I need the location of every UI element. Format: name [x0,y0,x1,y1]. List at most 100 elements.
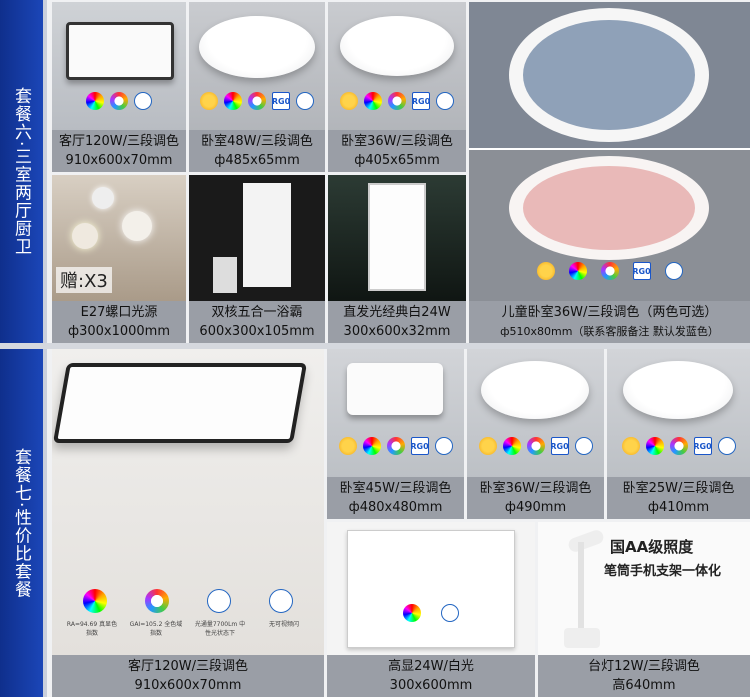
caption-size: 600x300x105mm [199,324,315,339]
product-card-bath-heater[interactable]: 双核五合一浴霸 600x300x105mm [189,175,325,343]
caption-title: 客厅120W/三段调色 [58,134,180,149]
sun-icon [536,262,555,280]
desk-lamp-head [566,528,606,554]
ceiling-lamp-image [347,363,443,415]
caption-size: ф300x1000mm [67,324,171,339]
product-caption: 高显24W/白光 300x600mm [327,655,535,697]
caption-title: 高显24W/白光 [388,659,474,674]
product-card-panel-24w[interactable]: 直发光经典白24W 300x600x32mm [328,175,466,343]
product-photo [328,175,466,303]
flicker-free-icon [664,262,683,280]
product-caption: 双核五合一浴霸 600x300x105mm [189,301,325,343]
caption-title: E27螺口光源 [80,305,158,320]
gamut-icon [526,437,545,455]
caption-title: 卧室48W/三段调色 [201,134,313,149]
caption-title: 卧室45W/三段调色 [339,481,452,496]
gamut-icon [600,262,619,280]
gamut-icon [388,92,406,110]
product-card-bedroom-45w[interactable]: RG0 卧室45W/三段调色 ф480x480mm [327,349,464,519]
rg0-icon: RG0 [632,262,651,280]
rg0-icon: RG0 [412,92,430,110]
product-caption: 儿童卧室36W/三段调色（两色可选） ф510x80mm（联系客服备注 默认发蓝色… [469,301,750,343]
feature-label: GAI=105.2 全色域指数 [129,621,183,637]
flicker-free-icon [441,604,459,622]
gamut-icon [386,437,405,455]
ceiling-lamp-image [481,361,589,419]
flicker-free-icon [574,437,593,455]
flicker-free-icon [296,92,314,110]
product-card-living-120w[interactable]: 客厅120W/三段调色 910x600x70mm [52,2,186,172]
product-caption: 台灯12W/三段调色 高640mm [538,655,750,697]
bath-heater-image [243,183,291,287]
caption-title: 直发光经典白24W [343,305,451,320]
rg0-icon: RG0 [550,437,569,455]
caption-size: ф405x65mm [354,153,440,168]
ceiling-lamp-image [52,363,308,443]
color-index-icon [86,92,104,110]
product-card-bedroom-25w[interactable]: RG0 卧室25W/三段调色 ф410mm [607,349,750,519]
caption-size: 300x600mm [389,678,473,693]
section-label-text: 套餐六·三室两厅厨卫 [11,87,31,256]
product-card-kids-36w[interactable]: RG0 儿童卧室36W/三段调色（两色可选） ф510x80mm（联系客服备注 默… [469,2,750,343]
desk-lamp-ad-subtitle: 笔筒手机支架一体化 [604,564,722,579]
panel-lamp-image [368,183,426,291]
feature-icons: RG0 [328,92,466,110]
lumen-icon [207,589,231,613]
product-photo [52,2,186,132]
sun-icon [478,437,497,455]
caption-title: 卧室36W/三段调色 [341,134,453,149]
product-card-bedroom-36w[interactable]: RG0 卧室36W/三段调色 ф405x65mm [328,2,466,172]
product-photo-pink: RG0 [469,150,750,303]
section-label-set6: 套餐六·三室两厅厨卫 [0,0,47,343]
product-card-panel-24w-set7[interactable]: 高显24W/白光 300x600mm [327,522,535,697]
caption-size: 910x600x70mm [65,153,173,168]
feature-icons [52,589,324,613]
caption-size: ф510x80mm（联系客服备注 默认发蓝色） [500,325,719,338]
color-index-icon [224,92,242,110]
product-photo-blue [469,2,750,148]
product-photo: RG0 [189,2,325,132]
ceiling-lamp-image [340,16,454,76]
pendant-ball-image [72,223,98,249]
product-photo: 国AA级照度 笔筒手机支架一体化 [538,522,750,655]
feature-icons: RG0 [327,437,464,455]
product-caption: 客厅120W/三段调色 910x600x70mm [52,655,324,697]
gamut-icon [110,92,128,110]
caption-title: 台灯12W/三段调色 [588,659,700,674]
feature-label: 无可视频闪 [268,621,299,628]
rg0-icon: RG0 [272,92,290,110]
product-card-bedroom-36w-set7[interactable]: RG0 卧室36W/三段调色 ф490mm [467,349,604,519]
ceiling-lamp-image [623,361,733,419]
color-index-icon [502,437,521,455]
product-caption: E27螺口光源 ф300x1000mm [52,301,186,343]
product-card-bedroom-48w[interactable]: RG0 卧室48W/三段调色 ф485x65mm [189,2,325,172]
desk-lamp-ad-title: 国AA级照度 [610,538,694,556]
flicker-free-icon [434,437,453,455]
gamut-icon [145,589,169,613]
caption-size: ф410mm [647,500,710,515]
product-photo: RG0 [328,2,466,132]
kids-lamp-pink-image [509,156,709,260]
product-photo: RG0 [607,349,750,479]
remote-image [213,257,237,293]
product-caption: 直发光经典白24W 300x600x32mm [328,301,466,343]
section-label-text: 套餐七·性价比套餐 [11,447,31,599]
ceiling-lamp-image [66,22,174,80]
rocket-panel [523,20,695,130]
color-index-icon [568,262,587,280]
caption-size: 高640mm [612,678,676,693]
flicker-free-icon [717,437,736,455]
desk-lamp-stem [578,542,584,632]
feature-icons: RG0 [607,437,750,455]
sun-icon [340,92,358,110]
feature-icons: RG0 [189,92,325,110]
product-card-desk-lamp[interactable]: 国AA级照度 笔筒手机支架一体化 台灯12W/三段调色 高640mm [538,522,750,697]
moon-panel [523,166,695,250]
product-card-living-120w-set7[interactable]: RA=94.69 真显色指数 GAI=105.2 全色域指数 光通量7700Lm… [52,349,324,697]
caption-size: ф480x480mm [348,500,443,515]
caption-size: ф490mm [504,500,567,515]
product-caption: 卧室36W/三段调色 ф405x65mm [328,130,466,172]
product-card-e27-bulb[interactable]: 赠:X3 E27螺口光源 ф300x1000mm [52,175,186,343]
product-caption: 卧室25W/三段调色 ф410mm [607,477,750,519]
caption-title: 卧室25W/三段调色 [622,481,735,496]
